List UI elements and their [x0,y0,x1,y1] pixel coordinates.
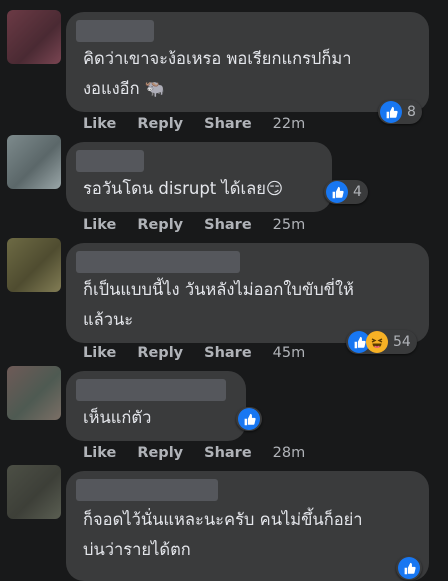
reply-button[interactable]: Reply [137,345,183,361]
comment-bubble: ก็จอดไว้นั่นแหละนะครับ คนไม่ขึ้นก็อย่า บ… [66,471,429,581]
comment-bubble: คิดว่าเขาจะง้อเหรอ พอเรียกแกรปก็มา งอแงอ… [66,12,429,112]
like-button[interactable]: Like [83,445,116,461]
timestamp[interactable]: 25m [273,217,306,233]
share-button[interactable]: Share [204,217,252,233]
like-reaction-icon [380,101,402,123]
reaction-summary[interactable]: 8 [378,100,422,124]
comment-bubble: รอวันโดน disrupt ได้เลย😏 [66,142,332,212]
commenter-name-blurred[interactable] [76,150,144,172]
like-reaction-icon [326,181,348,203]
timestamp[interactable]: 28m [273,445,306,461]
comment-text: ก็จอดไว้นั่นแหละนะครับ คนไม่ขึ้นก็อย่า บ… [83,510,363,559]
comment-actions: Like Reply Share 25m [83,217,305,233]
avatar[interactable] [7,10,61,64]
like-reaction-icon [398,557,420,579]
reaction-summary[interactable] [396,556,422,580]
like-reaction-icon [238,408,260,430]
share-button[interactable]: Share [204,116,252,132]
share-button[interactable]: Share [204,445,252,461]
comment-bubble: ก็เป็นแบบนี้ไง วันหลังไม่ออกใบขับขี่ให้ … [66,243,429,343]
commenter-name-blurred[interactable] [76,251,240,273]
reaction-count: 54 [393,334,411,350]
commenter-name-blurred[interactable] [76,20,154,42]
comment-text: รอวันโดน disrupt ได้เลย😏 [83,179,284,198]
comment-text: ก็เป็นแบบนี้ไง วันหลังไม่ออกใบขับขี่ให้ … [83,280,354,329]
reply-button[interactable]: Reply [137,445,183,461]
timestamp[interactable]: 22m [273,116,306,132]
commenter-name-blurred[interactable] [76,479,218,501]
haha-reaction-icon [366,331,388,353]
comment-actions: Like Reply Share 45m [83,345,305,361]
avatar[interactable] [7,366,61,420]
comment-actions: Like Reply Share 22m [83,116,305,132]
comment-bubble: เห็นแก่ตัว [66,371,246,441]
comment-text: เห็นแก่ตัว [83,408,152,427]
share-button[interactable]: Share [204,345,252,361]
reaction-summary[interactable]: 4 [324,180,368,204]
like-button[interactable]: Like [83,116,116,132]
reaction-count: 4 [353,184,362,200]
avatar[interactable] [7,465,61,519]
reaction-count: 8 [407,104,416,120]
like-button[interactable]: Like [83,217,116,233]
avatar[interactable] [7,135,61,189]
comment-text: คิดว่าเขาจะง้อเหรอ พอเรียกแกรปก็มา งอแงอ… [83,49,352,98]
reaction-summary[interactable]: 54 [346,330,417,354]
reply-button[interactable]: Reply [137,116,183,132]
reply-button[interactable]: Reply [137,217,183,233]
commenter-name-blurred[interactable] [76,379,226,401]
timestamp[interactable]: 45m [273,345,306,361]
reaction-summary[interactable] [236,407,262,431]
like-button[interactable]: Like [83,345,116,361]
avatar[interactable] [7,238,61,292]
comment-actions: Like Reply Share 28m [83,445,305,461]
